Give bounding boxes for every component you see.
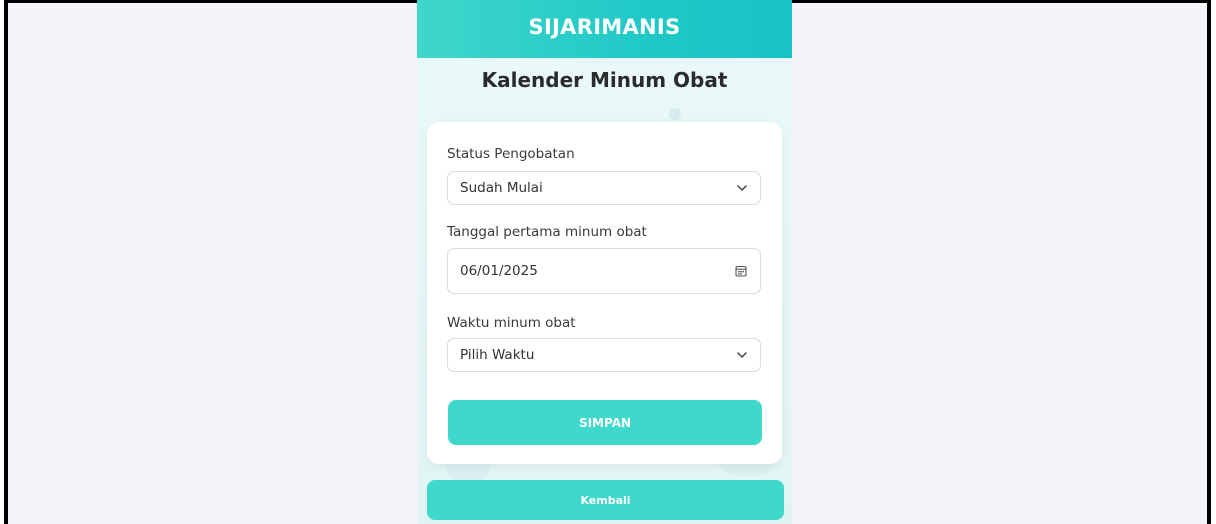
status-label: Status Pengobatan <box>447 146 575 162</box>
app-title: SIJARIMANIS <box>528 15 681 39</box>
chevron-down-icon <box>736 349 748 361</box>
page-title: Kalender Minum Obat <box>481 68 728 92</box>
time-label: Waktu minum obat <box>447 315 576 331</box>
app-header: SIJARIMANIS <box>417 0 792 58</box>
form-card: Status Pengobatan Sudah Mulai Tanggal pe… <box>427 122 782 464</box>
decorative-dot <box>669 108 681 120</box>
start-date-label: Tanggal pertama minum obat <box>447 224 647 240</box>
time-select[interactable]: Pilih Waktu <box>447 338 761 372</box>
start-date-value: 06/01/2025 <box>460 263 538 279</box>
calendar-icon[interactable] <box>734 264 748 278</box>
chevron-down-icon <box>736 182 748 194</box>
save-button[interactable]: SIMPAN <box>448 400 762 445</box>
start-date-input[interactable]: 06/01/2025 <box>447 248 761 294</box>
status-select[interactable]: Sudah Mulai <box>447 171 761 205</box>
app-viewport: SIJARIMANIS Kalender Minum Obat Status P… <box>417 0 792 524</box>
status-select-value: Sudah Mulai <box>460 180 543 196</box>
back-button[interactable]: Kembali <box>427 480 784 520</box>
time-select-value: Pilih Waktu <box>460 347 535 363</box>
